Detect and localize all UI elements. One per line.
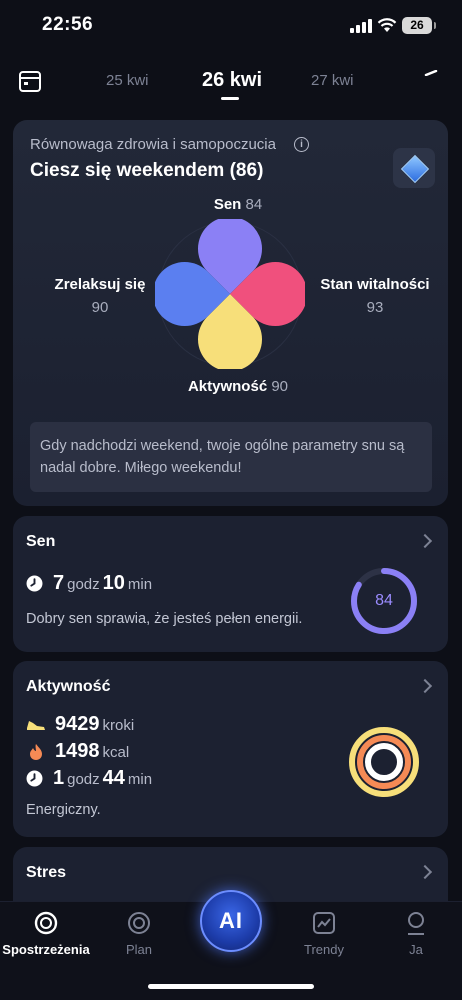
nav-spotlight[interactable]: Spostrzeżenia	[0, 910, 92, 957]
kcal-unit: kcal	[102, 744, 130, 761]
clock-icon	[26, 575, 43, 592]
spotlight-icon	[34, 911, 58, 935]
sleep-minutes-unit: min	[127, 576, 153, 593]
flame-icon	[30, 743, 42, 760]
activity-card[interactable]: Aktywność 9429 kroki 1498 kcal 1 godz 44…	[13, 661, 448, 837]
sleep-petal-name: Sen	[213, 196, 242, 213]
plan-icon	[128, 912, 150, 934]
sleep-description: Dobry sen sprawia, że jesteś pełen energ…	[26, 611, 303, 627]
nav-me[interactable]: Ja	[370, 910, 462, 957]
balance-flower-chart	[155, 219, 305, 369]
activity-petal-name: Aktywność	[187, 378, 268, 395]
vitality-petal-name: Stan witalności	[320, 276, 430, 293]
ai-button[interactable]: AI	[200, 890, 262, 952]
sleep-card[interactable]: Sen 7 godz 10 min Dobry sen sprawia, że …	[13, 516, 448, 652]
relax-petal-name: Zrelaksuj się	[54, 276, 146, 293]
health-balance-card[interactable]: Równowaga zdrowia i samopoczucia i Ciesz…	[13, 120, 448, 506]
active-minutes-unit: min	[127, 771, 153, 788]
sleep-petal-label: Sen 84	[183, 196, 293, 213]
info-icon[interactable]: i	[294, 137, 309, 152]
nav-spotlight-label: Spostrzeżenia	[2, 942, 90, 957]
nav-trends-label: Trendy	[304, 942, 344, 957]
kcal-row: 1498 kcal	[26, 740, 132, 763]
calendar-icon[interactable]	[18, 69, 42, 93]
kcal-value: 1498	[55, 740, 100, 762]
nav-plan[interactable]: Plan	[93, 910, 185, 957]
sleep-minutes: 10	[102, 572, 125, 594]
date-more-icon[interactable]	[424, 70, 438, 76]
date-current[interactable]: 26 kwi	[202, 69, 262, 92]
balance-message: Gdy nadchodzi weekend, twoje ogólne para…	[30, 422, 432, 492]
date-prev[interactable]: 25 kwi	[106, 72, 149, 89]
sleep-hours-unit: godz	[67, 576, 100, 593]
vitality-petal-value: 93	[366, 299, 384, 316]
nav-plan-label: Plan	[125, 942, 153, 957]
activity-description: Energiczny.	[26, 802, 101, 818]
active-minutes: 44	[102, 767, 125, 789]
chevron-right-icon[interactable]	[417, 678, 433, 694]
clock-icon	[26, 770, 43, 787]
steps-row: 9429 kroki	[26, 713, 137, 736]
activity-card-title: Aktywność	[26, 678, 111, 695]
shoe-icon	[27, 720, 45, 730]
balance-title: Równowaga zdrowia i samopoczucia	[30, 136, 276, 153]
sleep-hours: 7	[53, 572, 65, 594]
date-next[interactable]: 27 kwi	[311, 72, 354, 89]
signal-icon	[350, 19, 372, 33]
activity-rings	[349, 727, 419, 797]
relax-petal-value: 90	[91, 299, 109, 316]
status-time: 22:56	[42, 14, 94, 35]
battery-icon: 26	[402, 17, 436, 34]
date-underline	[221, 97, 239, 100]
active-time-row: 1 godz 44 min	[26, 767, 155, 790]
sleep-score: 84	[375, 592, 393, 609]
activity-petal-label: Aktywność 90	[163, 378, 313, 395]
home-indicator	[148, 984, 314, 989]
steps-value: 9429	[55, 713, 100, 735]
profile-icon	[408, 912, 424, 935]
sleep-duration: 7 godz 10 min	[26, 572, 155, 595]
diamond-icon[interactable]	[393, 148, 435, 188]
steps-unit: kroki	[102, 717, 135, 734]
sleep-card-title: Sen	[26, 533, 56, 550]
stress-card-title: Stres	[26, 864, 67, 881]
wifi-icon	[377, 18, 397, 32]
status-bar: 22:56 26	[0, 0, 462, 50]
nav-trends[interactable]: Trendy	[278, 910, 370, 957]
nav-me-label: Ja	[409, 942, 423, 957]
chevron-right-icon[interactable]	[417, 533, 433, 549]
chevron-right-icon[interactable]	[417, 864, 433, 880]
balance-headline: Ciesz się weekendem (86)	[30, 160, 264, 181]
trends-icon	[313, 912, 335, 934]
active-hours: 1	[53, 767, 65, 789]
activity-petal-value: 90	[271, 378, 289, 395]
active-hours-unit: godz	[67, 771, 100, 788]
sleep-petal-value: 84	[245, 196, 263, 213]
date-navigation: 25 kwi 26 kwi 27 kwi	[0, 60, 462, 104]
